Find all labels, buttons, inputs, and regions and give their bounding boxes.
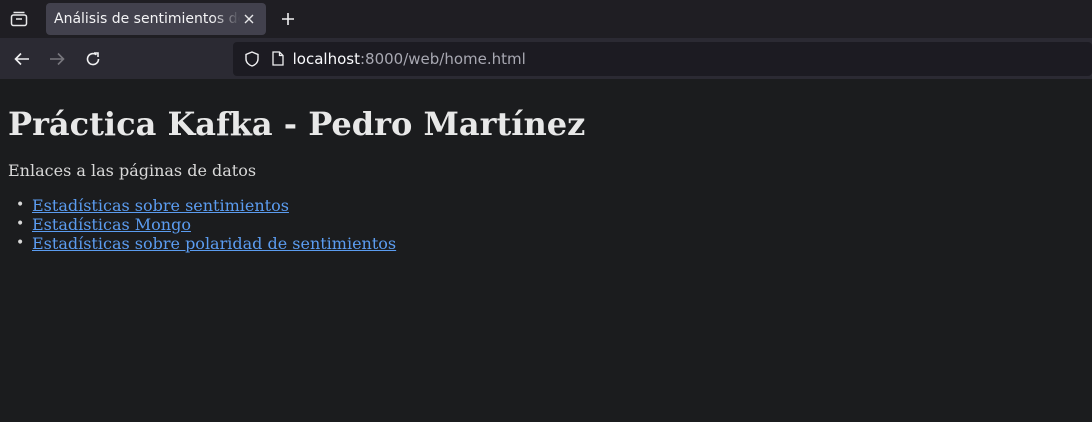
browser-window: Análisis de sentimientos de TX localhost	[0, 0, 1092, 422]
links-list: • Estadísticas sobre sentimientos • Esta…	[8, 196, 1084, 253]
list-item: • Estadísticas sobre polaridad de sentim…	[16, 234, 1084, 253]
list-item: • Estadísticas sobre sentimientos	[16, 196, 1084, 215]
plus-icon[interactable]	[268, 3, 308, 35]
close-icon[interactable]	[240, 10, 258, 28]
navigation-bar: localhost:8000/web/home.html	[0, 38, 1092, 79]
url-bar[interactable]: localhost:8000/web/home.html	[232, 41, 1092, 76]
page-content: Práctica Kafka - Pedro Martínez Enlaces …	[0, 79, 1092, 422]
bullet-icon: •	[16, 197, 25, 213]
tab-title: Análisis de sentimientos de TX	[54, 11, 240, 27]
list-item: • Estadísticas Mongo	[16, 215, 1084, 234]
link-sentimientos[interactable]: Estadísticas sobre sentimientos	[32, 196, 289, 215]
intro-text: Enlaces a las páginas de datos	[8, 161, 257, 180]
shield-icon[interactable]	[241, 48, 263, 70]
reload-icon[interactable]	[75, 43, 111, 75]
url-path: :8000/web/home.html	[359, 49, 526, 68]
bullet-icon: •	[16, 216, 25, 232]
back-arrow-icon[interactable]	[4, 43, 40, 75]
link-mongo[interactable]: Estadísticas Mongo	[32, 215, 191, 234]
tab-overview-icon[interactable]	[0, 0, 38, 38]
page-title: Práctica Kafka - Pedro Martínez	[8, 105, 586, 143]
link-polaridad[interactable]: Estadísticas sobre polaridad de sentimie…	[32, 234, 396, 253]
bullet-icon: •	[16, 235, 25, 251]
tab-strip: Análisis de sentimientos de TX	[0, 0, 1092, 38]
tab-active[interactable]: Análisis de sentimientos de TX	[46, 3, 266, 35]
forward-arrow-icon[interactable]	[40, 43, 76, 75]
url-host: localhost	[292, 49, 360, 68]
page-icon[interactable]	[267, 48, 289, 70]
